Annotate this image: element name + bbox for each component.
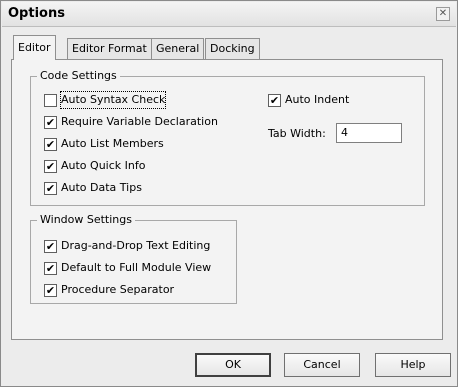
ok-button[interactable]: OK xyxy=(195,353,271,377)
tab-docking[interactable]: Docking xyxy=(205,38,260,59)
checkbox[interactable] xyxy=(44,94,57,107)
tab-editor[interactable]: Editor xyxy=(13,35,56,60)
checkbox[interactable]: ✔ xyxy=(44,160,57,173)
title-bar[interactable]: Options ✕ xyxy=(2,2,456,27)
tab-label: Docking xyxy=(210,42,255,55)
tab-editor-format[interactable]: Editor Format xyxy=(67,38,152,59)
group-title: Window Settings xyxy=(37,213,135,226)
checkbox-label: Auto Data Tips xyxy=(61,181,142,194)
help-button[interactable]: Help xyxy=(375,353,451,377)
checkbox[interactable]: ✔ xyxy=(44,262,57,275)
tab-general[interactable]: General xyxy=(151,38,205,59)
checkbox[interactable]: ✔ xyxy=(44,138,57,151)
checkbox-label: Auto Syntax Check xyxy=(59,91,167,109)
checkbox-label: Require Variable Declaration xyxy=(61,115,218,128)
close-icon[interactable]: ✕ xyxy=(436,7,450,21)
checkbox[interactable]: ✔ xyxy=(44,240,57,253)
checkbox-label: Drag-and-Drop Text Editing xyxy=(61,239,211,252)
tab-label: Editor xyxy=(18,41,51,54)
checkbox-label: Auto List Members xyxy=(61,137,164,150)
checkbox-label: Auto Indent xyxy=(285,93,350,106)
group-title: Code Settings xyxy=(37,69,120,82)
dialog-title: Options xyxy=(8,6,65,21)
checkbox[interactable]: ✔ xyxy=(44,284,57,297)
options-dialog: Options ✕ Editor Editor Format General D… xyxy=(0,0,458,387)
cancel-button[interactable]: Cancel xyxy=(284,353,360,377)
checkbox[interactable]: ✔ xyxy=(44,116,57,129)
tab-label: Editor Format xyxy=(72,42,147,55)
checkbox-label: Procedure Separator xyxy=(61,283,175,296)
checkbox-label: Default to Full Module View xyxy=(61,261,212,274)
tab-width-input[interactable]: 4 xyxy=(336,123,402,143)
checkbox-label: Auto Quick Info xyxy=(61,159,146,172)
tab-width-label: Tab Width: xyxy=(268,127,326,140)
editor-tab-panel: Code Settings Auto Syntax Check ✔ Requir… xyxy=(11,59,443,340)
checkbox[interactable]: ✔ xyxy=(44,182,57,195)
tab-label: General xyxy=(156,42,200,55)
checkbox[interactable]: ✔ xyxy=(268,94,281,107)
